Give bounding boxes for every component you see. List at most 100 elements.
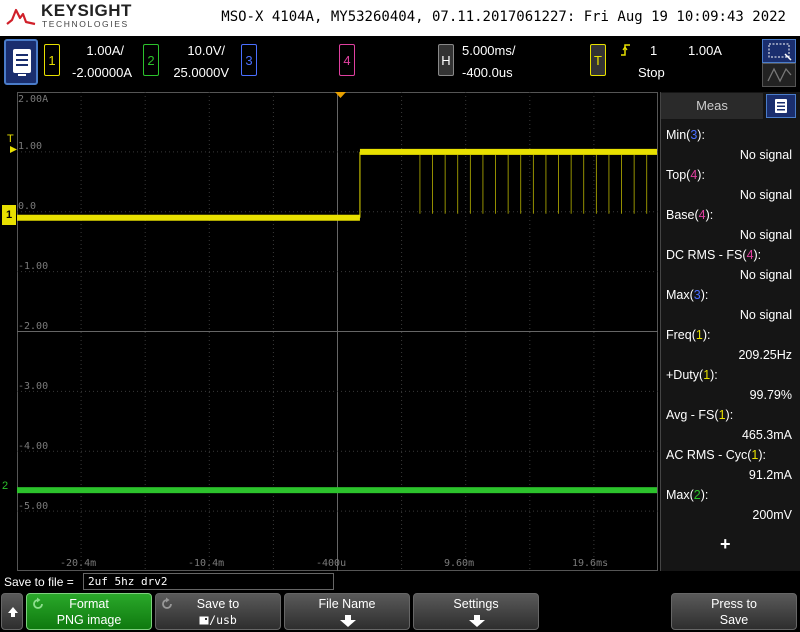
press-to-save-label: Press to	[711, 597, 757, 611]
channel-2-offset: 25.0000V	[173, 65, 229, 80]
meas-item-value: No signal	[739, 228, 792, 242]
meas-item-label: AC RMS - Cyc	[666, 448, 748, 462]
y-axis-label: 0.0	[18, 201, 37, 212]
meas-item-name[interactable]: DC RMS - FS(4):	[666, 248, 761, 262]
save-to-softkey-label: Save to	[196, 597, 240, 611]
paren-close: ):	[702, 328, 711, 342]
trigger-level-arrow-icon	[10, 146, 17, 153]
y-axis-label: -3.00	[18, 381, 49, 392]
meas-item-label: Avg - FS	[666, 408, 715, 422]
channel-1-high-segment	[359, 148, 657, 155]
arrow-up-icon	[8, 607, 18, 617]
paren-close: ):	[710, 368, 718, 382]
add-measurement-icon[interactable]: +	[720, 534, 731, 555]
save-to-file-label: Save to file =	[4, 575, 74, 589]
softkey-up-button[interactable]	[1, 593, 23, 630]
meas-tab[interactable]: Meas	[661, 93, 763, 119]
paren-close: ):	[697, 168, 705, 182]
x-axis-label: -10.4m	[188, 558, 225, 569]
horizontal-delay: -400.0us	[462, 65, 513, 80]
x-axis-label: -20.4m	[60, 558, 97, 569]
list-icon	[775, 99, 787, 113]
arrow-down-icon	[469, 615, 485, 627]
channel-1-offset: -2.00000A	[72, 65, 132, 80]
settings-softkey[interactable]: Settings	[413, 593, 539, 630]
meas-item-channel: 2	[693, 488, 701, 502]
main-menu-button[interactable]	[4, 39, 38, 85]
meas-item-name[interactable]: Max(2):	[666, 488, 708, 502]
channel-1-low-segment	[17, 214, 360, 221]
x-axis-label: 9.60m	[444, 558, 475, 569]
y-axis-label: -1.00	[18, 261, 49, 272]
meas-item-name[interactable]: Min(3):	[666, 128, 705, 142]
meas-item-channel: 3	[693, 288, 701, 302]
meas-item-channel: 1	[718, 408, 726, 422]
arrow-down-icon	[340, 615, 356, 627]
waveform-grid	[17, 92, 658, 571]
file-name-softkey[interactable]: File Name	[284, 593, 410, 630]
meas-item-value: 465.3mA	[741, 428, 792, 442]
paren-close: ):	[700, 288, 709, 302]
format-softkey[interactable]: Format PNG image	[26, 593, 152, 630]
channel-3-badge[interactable]: 3	[241, 44, 257, 76]
trigger-badge[interactable]: T	[590, 44, 606, 76]
channel-2-scale: 10.0V/	[187, 43, 225, 58]
meas-item-name[interactable]: +Duty(1):	[666, 368, 718, 382]
meas-item-name[interactable]: Freq(1):	[666, 328, 710, 342]
channel-2-badge[interactable]: 2	[143, 44, 159, 76]
y-axis-label: -2.00	[18, 321, 49, 332]
format-softkey-label: Format	[69, 597, 109, 611]
keysight-logo-icon	[6, 8, 36, 26]
meas-item-name[interactable]: Max(3):	[666, 288, 708, 302]
brand-subtitle: TECHNOLOGIES	[42, 19, 129, 29]
channel-2-ground-marker[interactable]: 2	[2, 478, 16, 494]
y-axis-label: 1.00	[18, 141, 43, 152]
y-axis-label: 2.00A	[18, 94, 49, 105]
meas-item-label: +Duty	[666, 368, 700, 382]
channel-1-scale: 1.00A/	[86, 43, 124, 58]
meas-item-channel: 4	[698, 208, 706, 222]
meas-item-value: No signal	[739, 188, 792, 202]
meas-item-label: Freq	[666, 328, 692, 342]
paren-close: ):	[700, 488, 709, 502]
x-axis-label: 19.6ms	[572, 558, 609, 569]
trigger-source: 1	[650, 43, 658, 58]
format-softkey-value: PNG image	[56, 613, 122, 627]
meas-item-value: No signal	[739, 148, 792, 162]
y-axis-label: -5.00	[18, 501, 49, 512]
save-filename-field[interactable]: 2uf 5hz drv2	[83, 573, 334, 590]
channel-1-ground-marker[interactable]: 1	[2, 205, 16, 225]
channel-1-badge[interactable]: 1	[44, 44, 60, 76]
meas-item-label: Max	[666, 488, 690, 502]
meas-item-label: DC RMS - FS	[666, 248, 743, 262]
title-bar: KEYSIGHT TECHNOLOGIES MSO-X 4104A, MY532…	[0, 0, 800, 36]
trigger-position-marker-icon	[335, 92, 346, 98]
x-axis-label: -400u	[316, 558, 347, 569]
meas-item-value: No signal	[739, 268, 792, 282]
meas-item-channel: 4	[746, 248, 754, 262]
meas-item-value: 99.79%	[749, 388, 792, 402]
meas-item-name[interactable]: Avg - FS(1):	[666, 408, 733, 422]
meas-item-value: 209.25Hz	[738, 348, 792, 362]
acquisition-state: Stop	[638, 65, 665, 80]
file-name-softkey-label: File Name	[318, 597, 376, 611]
touch-trigger-button[interactable]	[762, 63, 796, 87]
zoom-box-icon	[768, 43, 792, 61]
paren-close: ):	[697, 128, 705, 142]
waveform-trigger-icon	[767, 67, 792, 83]
meas-list-button[interactable]	[766, 94, 796, 118]
meas-item-name[interactable]: AC RMS - Cyc(1):	[666, 448, 766, 462]
meas-item-name[interactable]: Top(4):	[666, 168, 705, 182]
meas-item-name[interactable]: Base(4):	[666, 208, 713, 222]
meas-item-label: Top	[666, 168, 687, 182]
press-to-save-softkey[interactable]: Press to Save	[671, 593, 797, 630]
zoom-select-button[interactable]	[762, 39, 796, 63]
meas-item-label: Max	[666, 288, 690, 302]
trigger-level-marker[interactable]: T	[7, 133, 14, 145]
channel-4-badge[interactable]: 4	[339, 44, 355, 76]
paren-close: ):	[705, 208, 714, 222]
menu-list-icon	[13, 49, 31, 76]
horizontal-badge[interactable]: H	[438, 44, 454, 76]
meas-item-channel: 1	[695, 328, 703, 342]
save-to-softkey[interactable]: Save to /usb	[155, 593, 281, 630]
